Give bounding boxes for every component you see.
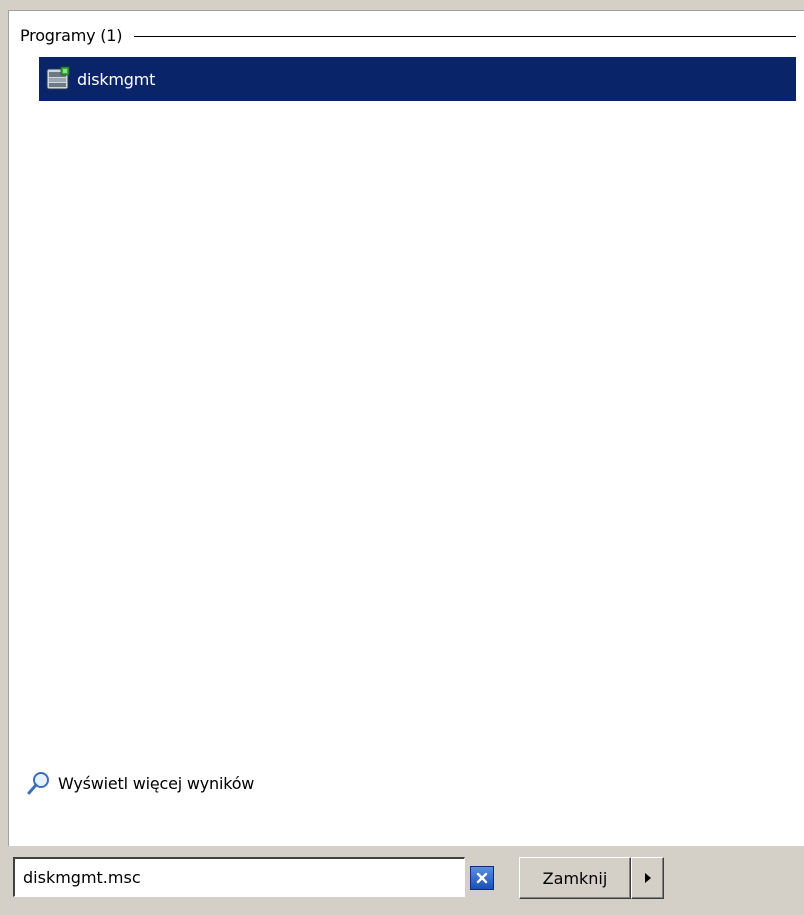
result-item-label: diskmgmt	[77, 69, 156, 89]
chevron-right-icon	[644, 873, 651, 883]
search-input[interactable]	[13, 857, 465, 897]
group-divider	[134, 35, 796, 37]
disk-management-icon	[45, 66, 71, 92]
results-group-title: Programy (1)	[20, 25, 123, 45]
magnifier-icon	[26, 770, 52, 796]
search-results-pane	[8, 10, 804, 846]
start-menu-panel: Programy (1) diskmgmt Wyświetl więcej wy…	[0, 0, 804, 915]
shutdown-button[interactable]: Zamknij	[519, 857, 631, 899]
results-group-header: Programy (1)	[20, 22, 796, 48]
clear-search-button[interactable]	[470, 866, 494, 890]
clear-search-icon	[476, 872, 488, 884]
see-more-results-label: Wyświetl więcej wyników	[58, 773, 255, 793]
shutdown-options-button[interactable]	[631, 857, 664, 899]
see-more-results-link[interactable]: Wyświetl więcej wyników	[26, 770, 254, 796]
result-item-diskmgmt[interactable]: diskmgmt	[39, 57, 796, 101]
